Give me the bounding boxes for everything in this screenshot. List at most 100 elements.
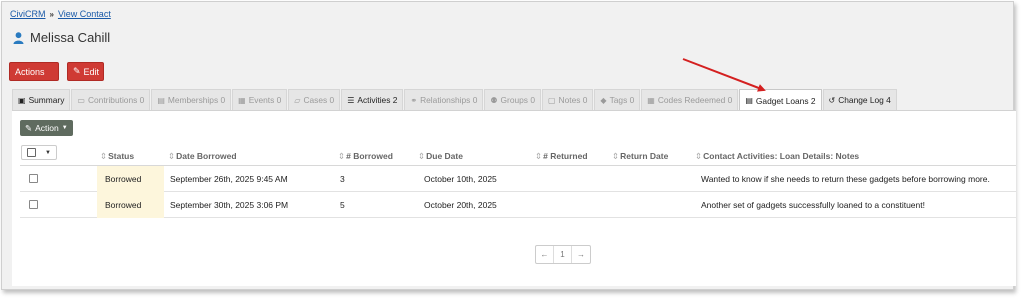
tab-tags[interactable]: ◆ Tags 0: [594, 89, 641, 110]
tab-memberships[interactable]: ▤ Memberships 0: [151, 89, 232, 110]
contact-tabs: ▣ Summary ▭ Contributions 0 ▤ Memberships 0…: [12, 89, 898, 111]
notes-value: Another set of gadgets successfully loan…: [701, 200, 925, 210]
borrowed-count-value: 5: [340, 200, 345, 210]
tab-label: Groups 0: [500, 95, 535, 105]
breadcrumb-separator-icon: »: [49, 9, 54, 19]
pager-next-button[interactable]: →: [572, 246, 590, 263]
list-alt-icon: ▤: [745, 96, 753, 105]
tab-label: Change Log 4: [838, 95, 891, 105]
tab-summary[interactable]: ▣ Summary: [12, 89, 71, 110]
tab-label: Tags 0: [609, 95, 635, 105]
gadget-loans-table: ▼ ⇕Status ⇕Date Borrowed ⇕# Borrowed ⇕Du…: [20, 142, 1016, 218]
handshake-icon: ⚭: [410, 95, 418, 105]
tab-events[interactable]: ▦ Events 0: [232, 89, 288, 110]
edit-button-label: Edit: [83, 66, 100, 77]
tab-label: Activities 2: [357, 95, 398, 105]
pager-page-1[interactable]: 1: [554, 246, 572, 263]
breadcrumb-civicrm-link[interactable]: CiviCRM: [10, 9, 46, 19]
sort-icon: ⇕: [168, 151, 176, 161]
column-header-date-borrowed[interactable]: ⇕Date Borrowed: [168, 151, 237, 162]
pagination: ← 1 →: [535, 245, 591, 264]
sort-icon: ⇕: [535, 151, 543, 161]
select-all-dropdown[interactable]: ▼: [21, 145, 57, 160]
tab-contributions[interactable]: ▭ Contributions 0: [71, 89, 151, 110]
column-header-due-date[interactable]: ⇕Due Date: [418, 151, 463, 162]
actions-button[interactable]: Actions: [9, 62, 59, 81]
sort-icon: ⇕: [338, 151, 346, 161]
history-icon: ↺: [828, 95, 836, 105]
column-header-label: Due Date: [426, 151, 463, 161]
column-header-label: Return Date: [620, 151, 669, 161]
column-header-label: # Borrowed: [346, 151, 393, 161]
column-header-returned[interactable]: ⇕# Returned: [535, 151, 588, 162]
tab-activities[interactable]: ☰ Activities 2: [341, 89, 404, 110]
column-header-label: Contact Activities: Loan Details: Notes: [703, 151, 860, 161]
column-header-borrowed[interactable]: ⇕# Borrowed: [338, 151, 393, 162]
id-badge-icon: ▤: [157, 95, 165, 105]
sort-icon: ⇕: [100, 151, 108, 161]
date-borrowed-value: September 26th, 2025 9:45 AM: [170, 174, 288, 184]
sort-icon: ⇕: [695, 151, 703, 161]
tab-label: Summary: [28, 95, 65, 105]
table-header: ▼ ⇕Status ⇕Date Borrowed ⇕# Borrowed ⇕Du…: [20, 142, 1016, 166]
row-checkbox[interactable]: [29, 200, 38, 209]
column-header-return-date[interactable]: ⇕Return Date: [612, 151, 668, 162]
tab-cases[interactable]: ▱ Cases 0: [288, 89, 341, 110]
tab-label: Memberships 0: [167, 95, 226, 105]
column-header-notes[interactable]: ⇕Contact Activities: Loan Details: Notes: [695, 151, 859, 162]
sticky-note-icon: ▢: [547, 95, 556, 105]
tab-label: Notes 0: [558, 95, 588, 105]
pencil-icon: ✎: [25, 122, 33, 133]
due-date-value: October 10th, 2025: [424, 174, 497, 184]
row-checkbox[interactable]: [29, 174, 38, 183]
tab-label: Gadget Loans 2: [755, 95, 816, 106]
tab-label: Contributions 0: [87, 95, 145, 105]
contact-name: Melissa Cahill: [30, 30, 111, 45]
tag-icon: ◆: [600, 95, 607, 105]
user-icon: [13, 31, 24, 44]
due-date-value: October 20th, 2025: [424, 200, 497, 210]
breadcrumb: CiviCRM » View Contact: [10, 9, 111, 19]
contact-page: CiviCRM » View Contact Melissa Cahill Ac…: [1, 1, 1016, 290]
select-all-checkbox[interactable]: [27, 148, 36, 157]
tab-label: Codes Redeemed 0: [657, 95, 733, 105]
tab-groups[interactable]: ⚉ Groups 0: [484, 89, 541, 110]
pencil-icon: ✎: [73, 66, 81, 76]
sort-icon: ⇕: [612, 151, 620, 161]
tab-label: Cases 0: [303, 95, 335, 105]
users-icon: ⚉: [490, 95, 498, 105]
calendar-icon: ▦: [238, 95, 246, 105]
id-card-icon: ▣: [18, 95, 26, 105]
table-row: Borrowed September 26th, 2025 9:45 AM 3 …: [20, 166, 1016, 192]
tab-label: Events 0: [248, 95, 282, 105]
notes-value: Wanted to know if she needs to return th…: [701, 174, 990, 184]
grid-icon: ▦: [647, 95, 655, 105]
column-header-label: # Returned: [543, 151, 588, 161]
edit-button[interactable]: ✎ Edit: [67, 62, 104, 81]
pager-prev-button[interactable]: ←: [536, 246, 554, 263]
table-row: Borrowed September 30th, 2025 3:06 PM 5 …: [20, 192, 1016, 218]
tab-label: Relationships 0: [420, 95, 478, 105]
tab-relationships[interactable]: ⚭ Relationships 0: [404, 89, 484, 110]
actions-button-label: Actions: [15, 66, 45, 77]
date-borrowed-value: September 30th, 2025 3:06 PM: [170, 200, 289, 210]
tab-codes-redeemed[interactable]: ▦ Codes Redeemed 0: [641, 89, 739, 110]
action-menu-label: Action: [35, 123, 59, 133]
tab-change-log[interactable]: ↺ Change Log 4: [822, 89, 897, 110]
borrowed-count-value: 3: [340, 174, 345, 184]
tab-gadget-loans[interactable]: ▤ Gadget Loans 2: [739, 89, 822, 111]
column-header-status[interactable]: ⇕Status: [100, 151, 134, 162]
column-header-label: Date Borrowed: [176, 151, 237, 161]
status-value: Borrowed: [105, 200, 142, 210]
credit-card-icon: ▭: [77, 95, 85, 105]
gadget-loans-panel: ✎ Action ▼ ▼ ⇕Status ⇕Date Borrowed ⇕# B…: [12, 110, 1016, 286]
caret-down-icon: ▼: [61, 125, 68, 131]
column-header-label: Status: [108, 151, 135, 161]
sort-icon: ⇕: [418, 151, 426, 161]
tab-notes[interactable]: ▢ Notes 0: [541, 89, 594, 110]
breadcrumb-view-contact-link[interactable]: View Contact: [58, 9, 111, 19]
caret-down-icon: ▼: [45, 149, 51, 156]
status-value: Borrowed: [105, 174, 142, 184]
tasks-icon: ☰: [347, 95, 355, 105]
action-menu-button[interactable]: ✎ Action ▼: [20, 120, 73, 136]
